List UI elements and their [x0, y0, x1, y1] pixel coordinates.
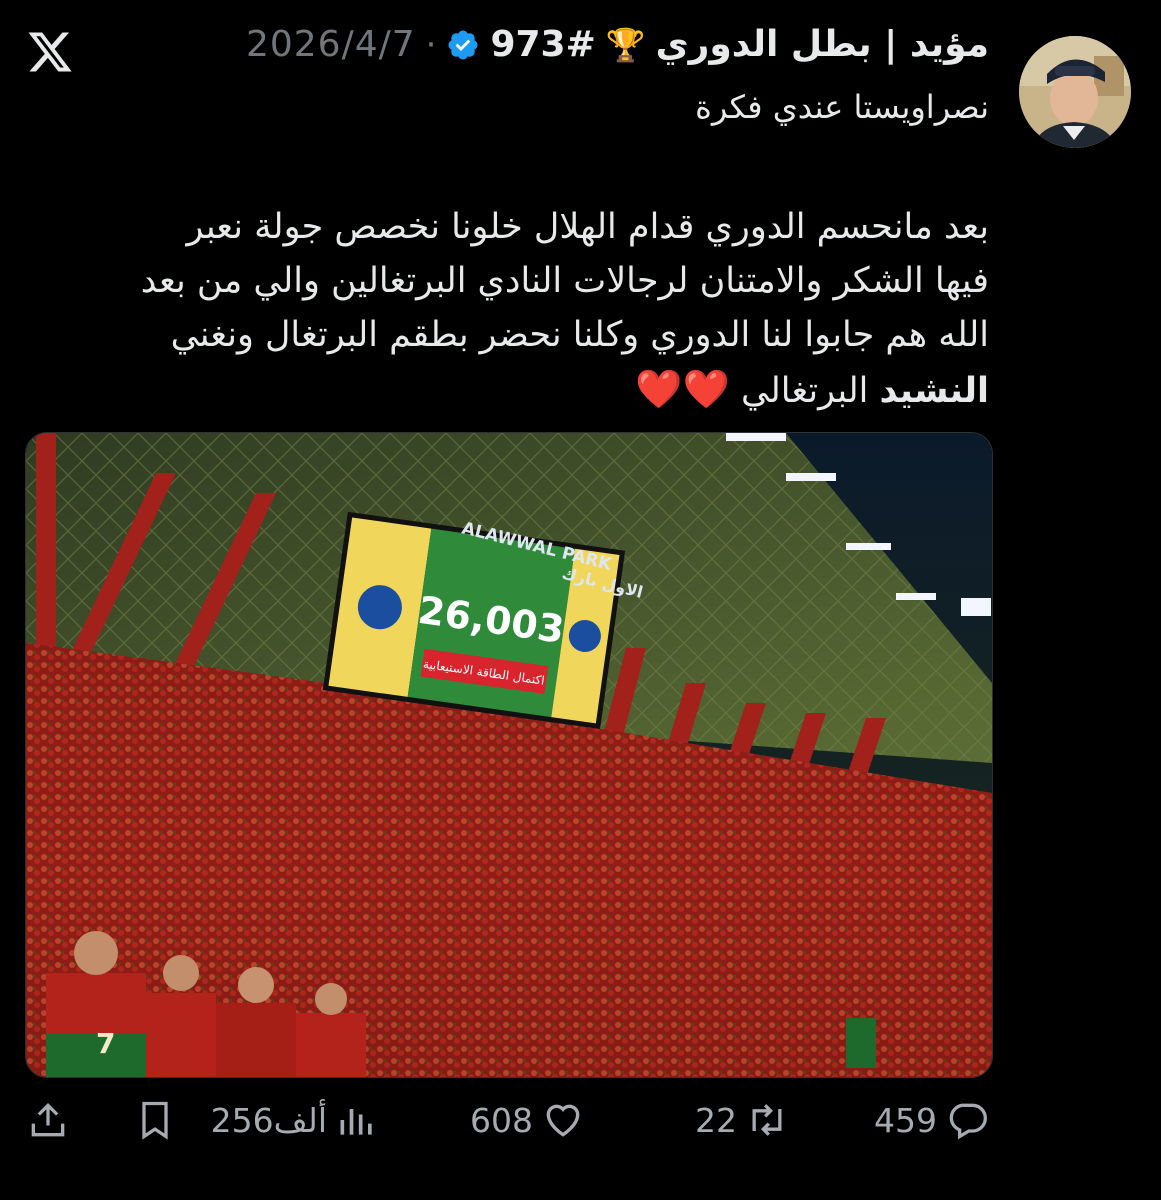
avatar[interactable] — [1019, 36, 1131, 148]
tweet-line: النشيد البرتغالي ❤️❤️ — [49, 362, 989, 418]
repost-count: 22 — [695, 1100, 737, 1140]
tweet-page: مؤيد | بطل الدوري 🏆 973# · 2026/4/7 نصرا… — [0, 0, 1161, 1200]
view-count: 256ألف — [210, 1100, 327, 1140]
hashtag[interactable]: 973# — [490, 24, 595, 65]
verified-badge-icon — [448, 29, 478, 60]
stadium-photo: 7 26,003 اكتمال الطاقة الاستيعابية ALAWW… — [26, 433, 992, 1077]
tweet-line: فيها الشكر والامتنان لرجالات النادي البر… — [140, 261, 989, 301]
x-logo-icon[interactable] — [26, 28, 74, 76]
reply-count: 459 — [874, 1100, 937, 1140]
heart-icon — [546, 1104, 580, 1137]
display-name[interactable]: مؤيد | بطل الدوري — [656, 24, 989, 65]
tweet-date[interactable]: 2026/4/7 — [246, 24, 416, 65]
tweet-media-image[interactable]: 7 26,003 اكتمال الطاقة الاستيعابية ALAWW… — [25, 432, 993, 1078]
svg-text:7: 7 — [96, 1027, 115, 1060]
share-button[interactable] — [26, 1098, 70, 1142]
tweet-line: الله هم جابوا لنا الدوري وكلنا نحضر بطقم… — [170, 315, 989, 355]
like-button[interactable]: 608 — [470, 1098, 585, 1142]
tweet-action-bar: 459 22 608 256ألف — [0, 1098, 1161, 1158]
share-icon — [31, 1102, 65, 1137]
avatar-image — [1019, 36, 1131, 148]
tweet-line-rest: البرتغالي — [729, 371, 880, 411]
separator-dot: · — [425, 24, 437, 65]
hearts-emoji: ❤️❤️ — [635, 367, 730, 411]
tweet-text: بعد مانحسم الدوري قدام الهلال خلونا نخصص… — [49, 200, 989, 418]
repost-button[interactable]: 22 — [695, 1098, 789, 1142]
views-chart-icon — [340, 1109, 372, 1135]
tweet-header: مؤيد | بطل الدوري 🏆 973# · 2026/4/7 — [246, 24, 989, 65]
bookmark-button[interactable] — [133, 1098, 177, 1142]
repost-icon — [752, 1104, 782, 1136]
reply-button[interactable]: 459 — [874, 1098, 989, 1142]
reply-icon — [949, 1103, 987, 1140]
tweet-line: بعد مانحسم الدوري قدام الهلال خلونا نخصص… — [186, 207, 989, 247]
trophy-icon: 🏆 — [605, 25, 646, 64]
views-button[interactable]: 256ألف — [211, 1098, 379, 1142]
like-count: 608 — [470, 1100, 533, 1140]
author-subtitle: نصراويستا عندي فكرة — [695, 88, 989, 126]
bookmark-icon — [142, 1101, 168, 1140]
tweet-bold-word: النشيد — [879, 371, 989, 411]
